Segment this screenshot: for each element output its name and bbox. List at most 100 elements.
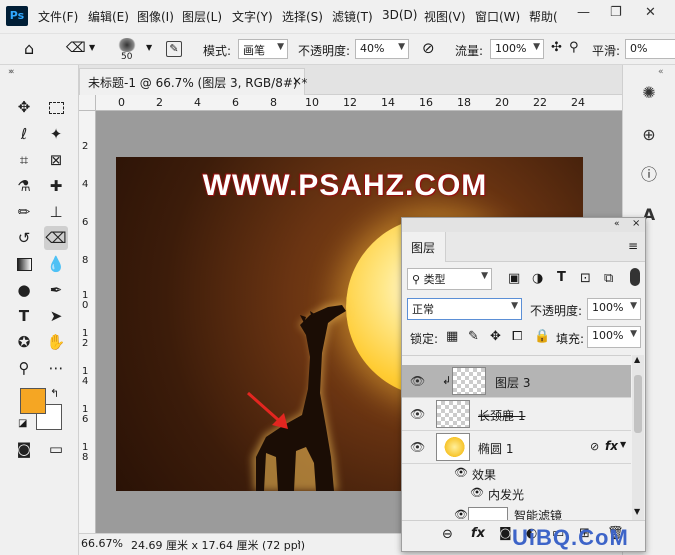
menu-3d[interactable]: 3D(D) — [382, 8, 417, 22]
healing-brush-tool-icon[interactable]: ✚ — [44, 174, 68, 198]
document-tab[interactable]: 未标题-1 @ 66.7% (图层 3, RGB/8#) * × — [79, 68, 307, 95]
clone-stamp-tool-icon[interactable]: ⊥ — [44, 200, 68, 224]
chevron-down-icon[interactable]: ▼ — [620, 440, 626, 449]
dodge-tool-icon[interactable]: ● — [12, 278, 36, 302]
info-icon[interactable]: ⓘ — [631, 161, 667, 189]
lock-transparent-icon[interactable]: ▦ — [446, 329, 458, 344]
pen-tool-icon[interactable]: ✒ — [44, 278, 68, 302]
collapse-icon[interactable]: « — [658, 67, 664, 77]
eraser-tool-preset-icon[interactable]: ⌫ — [66, 40, 86, 56]
type-filter-icon[interactable]: T — [557, 270, 566, 285]
zoom-tool-icon[interactable]: ⚲ — [12, 356, 36, 380]
visibility-eye-icon[interactable]: 👁 — [410, 374, 425, 388]
lock-position-icon[interactable]: ✥ — [490, 329, 501, 344]
layer-opacity-field[interactable]: 100% ▼ — [587, 298, 641, 320]
adjustment-filter-icon[interactable]: ◑ — [532, 271, 543, 286]
scroll-up-icon[interactable]: ▲ — [634, 355, 640, 364]
opacity-field[interactable]: 40% ▼ — [355, 39, 409, 59]
layer-row-layer3[interactable]: 👁 ↲ 图层 3 — [402, 365, 631, 398]
quick-mask-icon[interactable]: ◙ — [12, 437, 36, 461]
pressure-opacity-icon[interactable]: ⊘ — [422, 39, 435, 57]
foreground-color-swatch[interactable] — [20, 388, 46, 414]
chevron-down-icon[interactable]: ▼ — [146, 43, 152, 52]
path-selection-tool-icon[interactable]: ➤ — [44, 304, 68, 328]
filter-toggle[interactable] — [630, 268, 640, 286]
effects-row[interactable]: 👁 效果 — [402, 464, 631, 484]
eraser-tool-icon[interactable]: ⌫ — [44, 226, 68, 250]
marquee-tool-icon[interactable] — [44, 95, 68, 119]
brush-tool-icon[interactable]: ✏ — [12, 200, 36, 224]
lasso-tool-icon[interactable]: ℓ — [12, 122, 36, 146]
menu-select[interactable]: 选择(S) — [282, 8, 323, 25]
close-button[interactable]: ✕ — [645, 5, 656, 20]
inner-glow-row[interactable]: 👁 内发光 — [402, 484, 631, 504]
layer-row-ellipse[interactable]: 👁 椭圆 1 ⊘ fx ▼ — [402, 431, 631, 464]
minimize-button[interactable]: — — [577, 5, 590, 20]
visibility-eye-icon[interactable]: 👁 — [410, 407, 425, 421]
default-colors-icon[interactable]: ◪ — [18, 418, 27, 429]
smart-object-filter-icon[interactable]: ⧉ — [604, 271, 613, 286]
type-tool-icon[interactable]: T — [12, 304, 36, 328]
collapse-icon[interactable]: « — [614, 219, 620, 229]
close-icon[interactable]: × — [632, 218, 640, 229]
panel-menu-icon[interactable]: ≡ — [628, 239, 638, 253]
scrollbar-thumb[interactable] — [634, 375, 642, 433]
menu-layer[interactable]: 图层(L) — [182, 8, 222, 25]
scroll-down-icon[interactable]: ▼ — [634, 507, 640, 516]
menu-view[interactable]: 视图(V) — [424, 8, 466, 25]
search-icon[interactable]: ⚲ — [569, 40, 579, 55]
menu-file[interactable]: 文件(F) — [38, 8, 78, 25]
more-tools-icon[interactable]: ⋯ — [44, 356, 68, 380]
visibility-eye-icon[interactable]: 👁 — [410, 440, 425, 454]
hand-tool-icon[interactable]: ✋ — [44, 330, 68, 354]
move-tool-icon[interactable]: ✥ — [12, 95, 36, 119]
frame-tool-icon[interactable]: ⊠ — [44, 148, 68, 172]
blend-mode-select[interactable]: 正常 ▼ — [407, 298, 522, 320]
pixel-filter-icon[interactable]: ▣ — [508, 271, 520, 286]
collapse-icon[interactable]: « — [9, 67, 15, 77]
tab-layers[interactable]: 图层 — [402, 232, 446, 262]
layers-scrollbar[interactable]: ▲ ▼ — [632, 355, 644, 520]
add-mask-icon[interactable]: ◙ — [499, 526, 512, 541]
history-brush-tool-icon[interactable]: ↺ — [12, 226, 36, 250]
shape-filter-icon[interactable]: ⊡ — [580, 271, 591, 286]
layer-row-giraffe[interactable]: 👁 长颈鹿 1 — [402, 398, 631, 431]
brush-settings-icon[interactable]: ✎ — [166, 41, 182, 57]
home-icon[interactable]: ⌂ — [24, 39, 34, 58]
navigator-icon[interactable]: ⊕ — [631, 121, 667, 149]
blur-tool-icon[interactable]: 💧 — [44, 252, 68, 276]
lock-image-icon[interactable]: ✎ — [468, 329, 479, 344]
gradient-tool-icon[interactable] — [12, 252, 36, 276]
eyedropper-tool-icon[interactable]: ⚗ — [12, 174, 36, 198]
airbrush-icon[interactable]: ✣ — [551, 40, 562, 55]
fill-field[interactable]: 100% ▼ — [587, 326, 641, 348]
magic-wand-tool-icon[interactable]: ✦ — [44, 122, 68, 146]
lock-all-icon[interactable]: 🔒 — [534, 329, 550, 344]
smoothing-field[interactable]: 0% — [625, 39, 675, 59]
tab-close-icon[interactable]: × — [292, 74, 302, 88]
visibility-eye-icon[interactable]: 👁 — [470, 486, 484, 499]
fx-icon[interactable]: fx — [471, 526, 485, 541]
smart-filter-row[interactable]: 👁 智能滤镜 — [402, 504, 631, 520]
menu-edit[interactable]: 编辑(E) — [88, 8, 129, 25]
menu-image[interactable]: 图像(I) — [137, 8, 174, 25]
menu-filter[interactable]: 滤镜(T) — [332, 8, 373, 25]
visibility-eye-icon[interactable]: 👁 — [454, 508, 468, 520]
crop-tool-icon[interactable]: ⌗ — [12, 148, 36, 172]
filter-kind-select[interactable]: ⚲ 类型 ▼ — [407, 268, 492, 290]
menu-type[interactable]: 文字(Y) — [232, 8, 273, 25]
mode-select[interactable]: 画笔 ▼ — [238, 39, 288, 59]
menu-window[interactable]: 窗口(W) — [475, 8, 520, 25]
chevron-down-icon[interactable]: ▼ — [89, 43, 95, 52]
menu-help[interactable]: 帮助( — [529, 8, 558, 25]
swap-colors-icon[interactable]: ↰ — [50, 387, 59, 400]
zoom-level[interactable]: 66.67% — [81, 537, 123, 550]
screen-mode-icon[interactable]: ▭ — [44, 437, 68, 461]
status-menu-icon[interactable]: › — [297, 537, 301, 548]
adjustments-icon[interactable]: ✺ — [631, 79, 667, 107]
custom-shape-tool-icon[interactable]: ✪ — [12, 330, 36, 354]
flow-field[interactable]: 100% ▼ — [490, 39, 544, 59]
fx-badge[interactable]: fx — [605, 439, 618, 453]
link-layers-icon[interactable]: ⊖ — [442, 527, 453, 542]
visibility-eye-icon[interactable]: 👁 — [454, 466, 468, 479]
